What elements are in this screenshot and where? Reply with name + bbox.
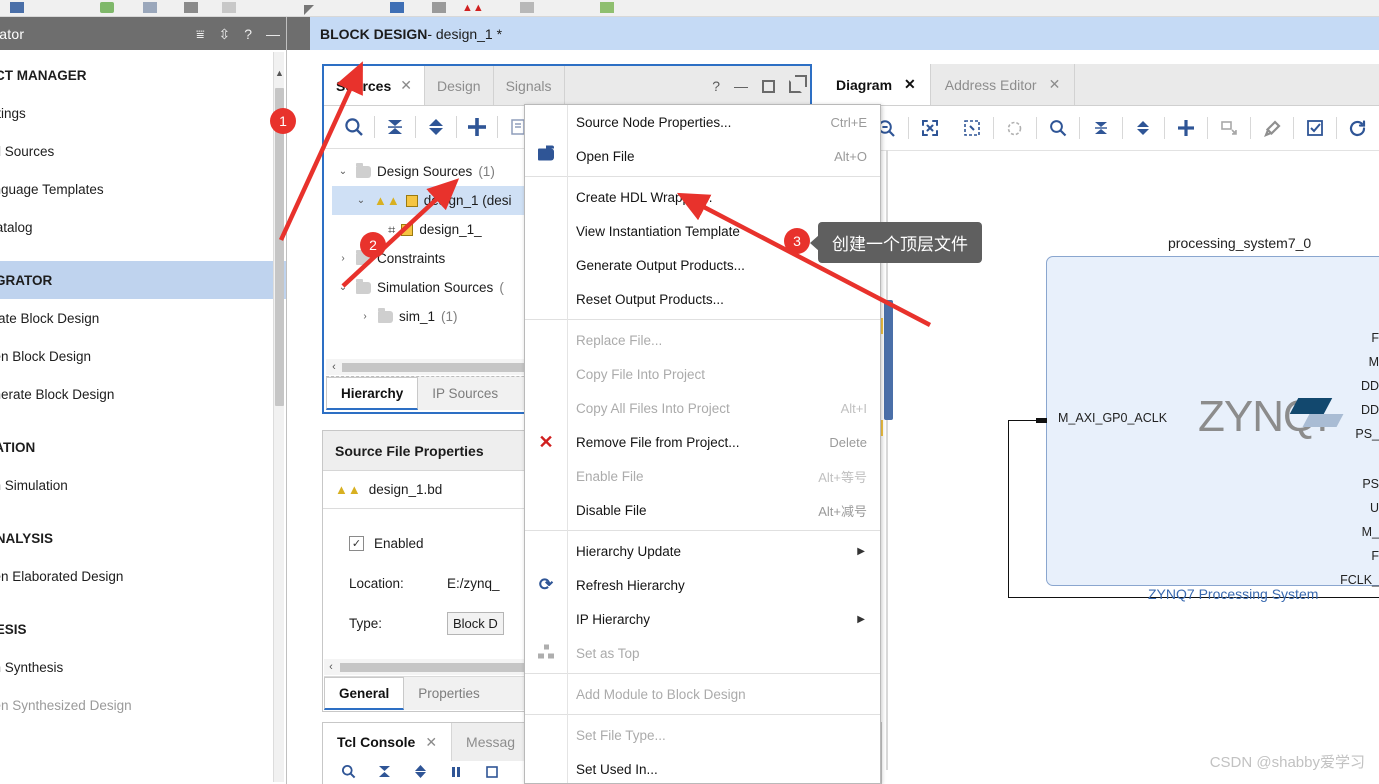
annotation-badge-1: 1 [270,108,296,134]
watermark: CSDN @shabby爱学习 [1209,754,1365,771]
arrow-to-sources-tab [278,61,363,241]
annotation-tooltip: 创建一个顶层文件 [810,222,982,263]
annotation-arrows-layer [278,61,932,327]
annotation-badge-2: 2 [360,232,386,258]
arrow-to-design-1-node [341,178,460,288]
annotation-badge-3: 3 [784,228,810,254]
